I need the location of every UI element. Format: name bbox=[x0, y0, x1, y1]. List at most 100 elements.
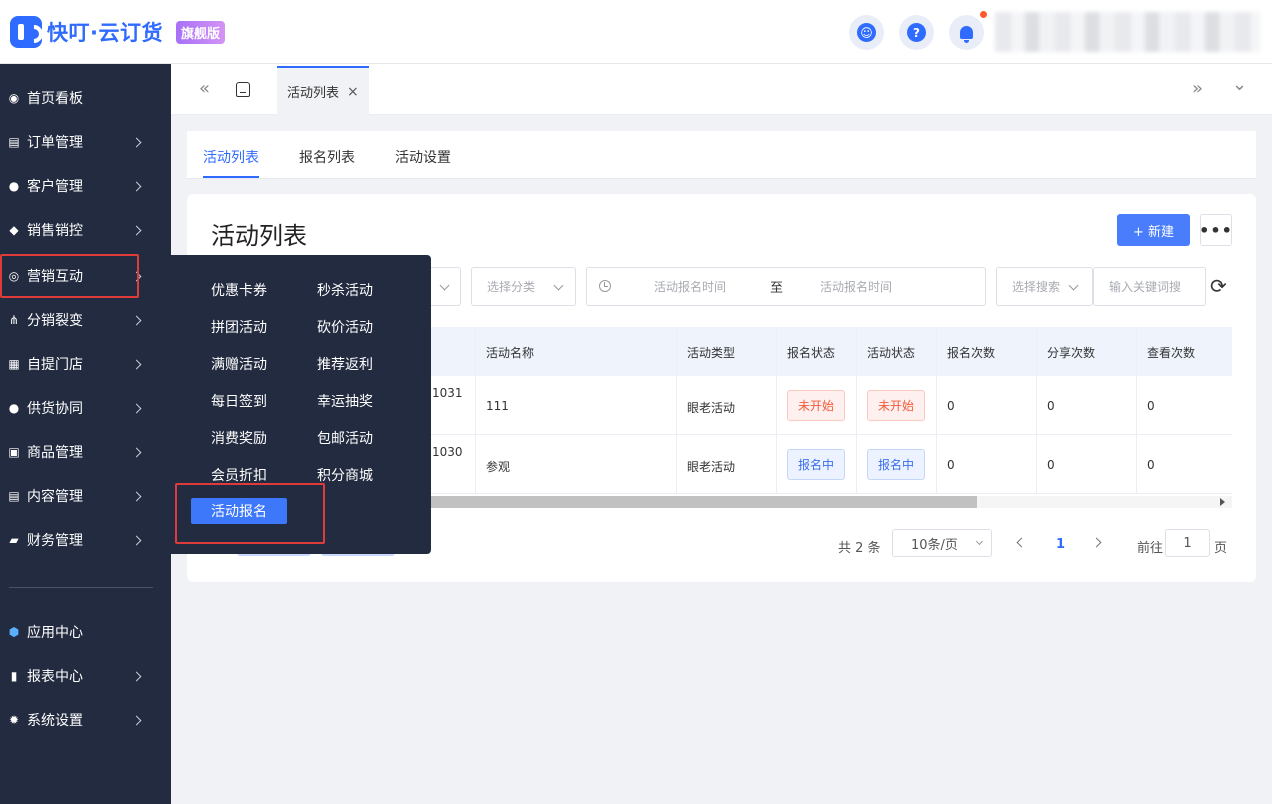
column-header: 查看次数 bbox=[1147, 346, 1196, 360]
submenu-item-flash-sale[interactable]: 秒杀活动 bbox=[317, 280, 373, 300]
scrollbar-thumb[interactable] bbox=[417, 496, 977, 508]
sidebar-item-orders[interactable]: ▤ 订单管理 bbox=[0, 120, 171, 164]
column-header: 报名次数 bbox=[947, 346, 996, 360]
sidebar-item-settings[interactable]: ✹ 系统设置 bbox=[0, 698, 171, 742]
date-start-placeholder: 活动报名时间 bbox=[654, 280, 727, 294]
support-icon: ☺ bbox=[857, 23, 876, 42]
user-info-blurred[interactable] bbox=[995, 12, 1260, 52]
sidebar-item-dashboard[interactable]: ◉ 首页看板 bbox=[0, 76, 171, 120]
scroll-right-arrow-icon[interactable] bbox=[1220, 498, 1225, 506]
category-select[interactable]: 选择分类 bbox=[471, 267, 576, 306]
keyword-search-input[interactable]: 输入关键词搜 bbox=[1093, 267, 1206, 306]
chevron-down-icon bbox=[975, 537, 984, 546]
search-type-placeholder: 选择搜索 bbox=[1012, 280, 1061, 294]
view-count: 0 bbox=[1147, 399, 1155, 413]
keyword-placeholder: 输入关键词搜 bbox=[1109, 280, 1182, 294]
help-button[interactable]: ? bbox=[899, 15, 934, 50]
submenu-item-bargain[interactable]: 砍价活动 bbox=[317, 317, 373, 337]
page-size-value: 10条/页 bbox=[911, 537, 958, 553]
next-page-icon[interactable] bbox=[1091, 537, 1102, 548]
close-icon[interactable]: × bbox=[347, 84, 359, 100]
report-icon: ▮ bbox=[10, 669, 18, 683]
chevron-right-icon bbox=[131, 671, 142, 681]
chevron-down-icon bbox=[1068, 280, 1079, 291]
view-count: 0 bbox=[1147, 458, 1155, 472]
chevron-down-icon[interactable]: ⌄ bbox=[1232, 74, 1247, 95]
column-header: 活动名称 bbox=[486, 346, 535, 360]
sidebar-item-label: 财务管理 bbox=[27, 533, 83, 549]
chevron-right-icon bbox=[131, 359, 142, 369]
chevron-right-icon bbox=[131, 715, 142, 725]
signup-date-range[interactable]: 活动报名时间 至 活动报名时间 bbox=[586, 267, 986, 306]
sidebar-item-pickup-store[interactable]: ▦ 自提门店 bbox=[0, 342, 171, 386]
submenu-item-coupons[interactable]: 优惠卡券 bbox=[211, 280, 267, 300]
sidebar-item-distribution[interactable]: ⋔ 分销裂变 bbox=[0, 298, 171, 342]
sidebar-item-app-center[interactable]: ⬢ 应用中心 bbox=[0, 610, 171, 654]
chevron-right-icon bbox=[131, 137, 142, 147]
submenu-item-free-shipping[interactable]: 包邮活动 bbox=[317, 428, 373, 448]
submenu-item-member-discount[interactable]: 会员折扣 bbox=[211, 465, 267, 485]
submenu-item-referral[interactable]: 推荐返利 bbox=[317, 354, 373, 374]
highlight-box-activity-signup bbox=[175, 483, 325, 544]
sidebar-item-finance[interactable]: ▰ 财务管理 bbox=[0, 518, 171, 562]
column-header: 报名状态 bbox=[787, 346, 836, 360]
activity-id: 1031 bbox=[432, 386, 463, 400]
top-header: 快叮·云订货 旗舰版 ☺ ? bbox=[0, 0, 1272, 64]
subtab-activity-list[interactable]: 活动列表 bbox=[203, 147, 259, 167]
column-divider bbox=[856, 327, 857, 494]
subtab-signup-list[interactable]: 报名列表 bbox=[299, 147, 355, 167]
sidebar-item-goods[interactable]: ▣ 商品管理 bbox=[0, 430, 171, 474]
date-end-placeholder: 活动报名时间 bbox=[820, 280, 893, 294]
sidebar-item-label: 自提门店 bbox=[27, 357, 83, 373]
collapse-sidebar-icon[interactable]: « bbox=[199, 78, 210, 99]
notification-dot bbox=[980, 11, 987, 18]
new-activity-button[interactable]: + 新建 bbox=[1117, 214, 1190, 246]
sidebar-item-reports[interactable]: ▮ 报表中心 bbox=[0, 654, 171, 698]
current-page[interactable]: 1 bbox=[1056, 537, 1065, 552]
date-range-separator: 至 bbox=[770, 281, 784, 296]
scroll-tabs-right-icon[interactable]: » bbox=[1192, 78, 1203, 99]
page-size-select[interactable]: 10条/页 bbox=[892, 529, 992, 557]
sidebar-item-label: 订单管理 bbox=[27, 135, 83, 151]
subtab-activity-settings[interactable]: 活动设置 bbox=[395, 147, 451, 167]
refresh-icon[interactable]: ⟳ bbox=[1210, 274, 1227, 298]
sub-tabs: 活动列表 报名列表 活动设置 bbox=[187, 131, 1256, 179]
highlight-box-marketing bbox=[0, 254, 139, 298]
chevron-right-icon bbox=[131, 225, 142, 235]
submenu-item-gift[interactable]: 满赠活动 bbox=[211, 354, 267, 374]
notifications-button[interactable] bbox=[949, 15, 984, 50]
tab-bar: « 活动列表 × » ⌄ bbox=[171, 64, 1272, 115]
goods-icon: ▣ bbox=[8, 445, 20, 459]
sidebar-item-customers[interactable]: ● 客户管理 bbox=[0, 164, 171, 208]
activity-type: 眼老活动 bbox=[687, 460, 736, 474]
prev-page-icon[interactable] bbox=[1016, 537, 1027, 548]
goto-label: 前往 bbox=[1137, 541, 1164, 556]
home-icon[interactable] bbox=[236, 82, 250, 97]
sidebar-item-supply[interactable]: ● 供货协同 bbox=[0, 386, 171, 430]
sidebar-item-sales-control[interactable]: ◆ 销售销控 bbox=[0, 208, 171, 252]
submenu-item-lucky-draw[interactable]: 幸运抽奖 bbox=[317, 391, 373, 411]
sidebar-item-label: 报表中心 bbox=[27, 669, 83, 685]
submenu-item-checkin[interactable]: 每日签到 bbox=[211, 391, 267, 411]
sidebar-item-content[interactable]: ▤ 内容管理 bbox=[0, 474, 171, 518]
signup-count: 0 bbox=[947, 458, 955, 472]
column-divider bbox=[776, 327, 777, 494]
column-divider bbox=[676, 327, 677, 494]
more-options-button[interactable]: ••• bbox=[1199, 214, 1232, 246]
sidebar-item-label: 首页看板 bbox=[27, 91, 83, 107]
search-type-select[interactable]: 选择搜索 bbox=[996, 267, 1093, 306]
submenu-item-spend-reward[interactable]: 消费奖励 bbox=[211, 428, 267, 448]
chevron-right-icon bbox=[131, 403, 142, 413]
supply-icon: ● bbox=[8, 401, 20, 415]
support-button[interactable]: ☺ bbox=[849, 15, 884, 50]
submenu-item-points-mall[interactable]: 积分商城 bbox=[317, 465, 373, 485]
app-logo[interactable]: 快叮·云订货 旗舰版 bbox=[10, 16, 225, 48]
column-header: 活动类型 bbox=[687, 346, 736, 360]
signup-status-badge: 报名中 bbox=[787, 449, 846, 480]
sidebar-item-label: 销售销控 bbox=[27, 223, 83, 239]
tab-activity-list[interactable]: 活动列表 × bbox=[277, 66, 369, 115]
help-icon: ? bbox=[907, 23, 926, 42]
goto-page-input[interactable]: 1 bbox=[1165, 529, 1210, 557]
activity-name: 参观 bbox=[486, 460, 511, 474]
submenu-item-group-buy[interactable]: 拼团活动 bbox=[211, 317, 267, 337]
